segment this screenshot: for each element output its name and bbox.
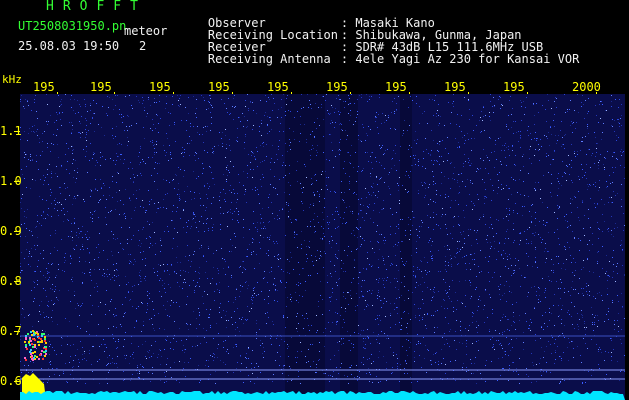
- header-panel: HROFFT UT2508031950.pn meteor 25.08.03 1…: [0, 0, 629, 80]
- x-tick-label: 195: [444, 80, 466, 94]
- spectrogram-plot: [20, 94, 625, 400]
- info-value: 4ele Yagi Az 230 for Kansai VOR: [355, 52, 580, 66]
- file-name: UT2508031950.pn: [18, 19, 127, 33]
- info-sep: :: [340, 52, 356, 66]
- capture-datetime: 25.08.03 19:50: [18, 39, 120, 53]
- info-antenna: Receiving Antenna: 4ele Yagi Az 230 for …: [179, 41, 579, 77]
- x-tick-label: 195: [385, 80, 407, 94]
- meteor-count: 2: [139, 39, 147, 53]
- x-tick-label: 195: [503, 80, 525, 94]
- x-tick-label: 195: [33, 80, 55, 94]
- x-tick-label: 195: [149, 80, 171, 94]
- dark-band: [285, 94, 325, 400]
- app-brand: HROFFT: [46, 0, 147, 14]
- meteor-label: meteor: [124, 24, 168, 38]
- x-tick-label: 195: [267, 80, 289, 94]
- spectrogram-canvas: [20, 94, 625, 400]
- y-tick-mark: [14, 281, 20, 282]
- x-tick-label: 195: [90, 80, 112, 94]
- y-tick-mark: [14, 231, 20, 232]
- y-tick-mark: [14, 331, 20, 332]
- y-tick-mark: [14, 381, 20, 382]
- y-tick-mark: [14, 181, 20, 182]
- dark-band: [400, 94, 412, 400]
- x-tick-label: 195: [326, 80, 348, 94]
- info-key: Receiving Antenna: [207, 52, 331, 66]
- x-tick-label: 195: [208, 80, 230, 94]
- meteor-echo: [24, 330, 47, 361]
- y-tick-mark: [14, 131, 20, 132]
